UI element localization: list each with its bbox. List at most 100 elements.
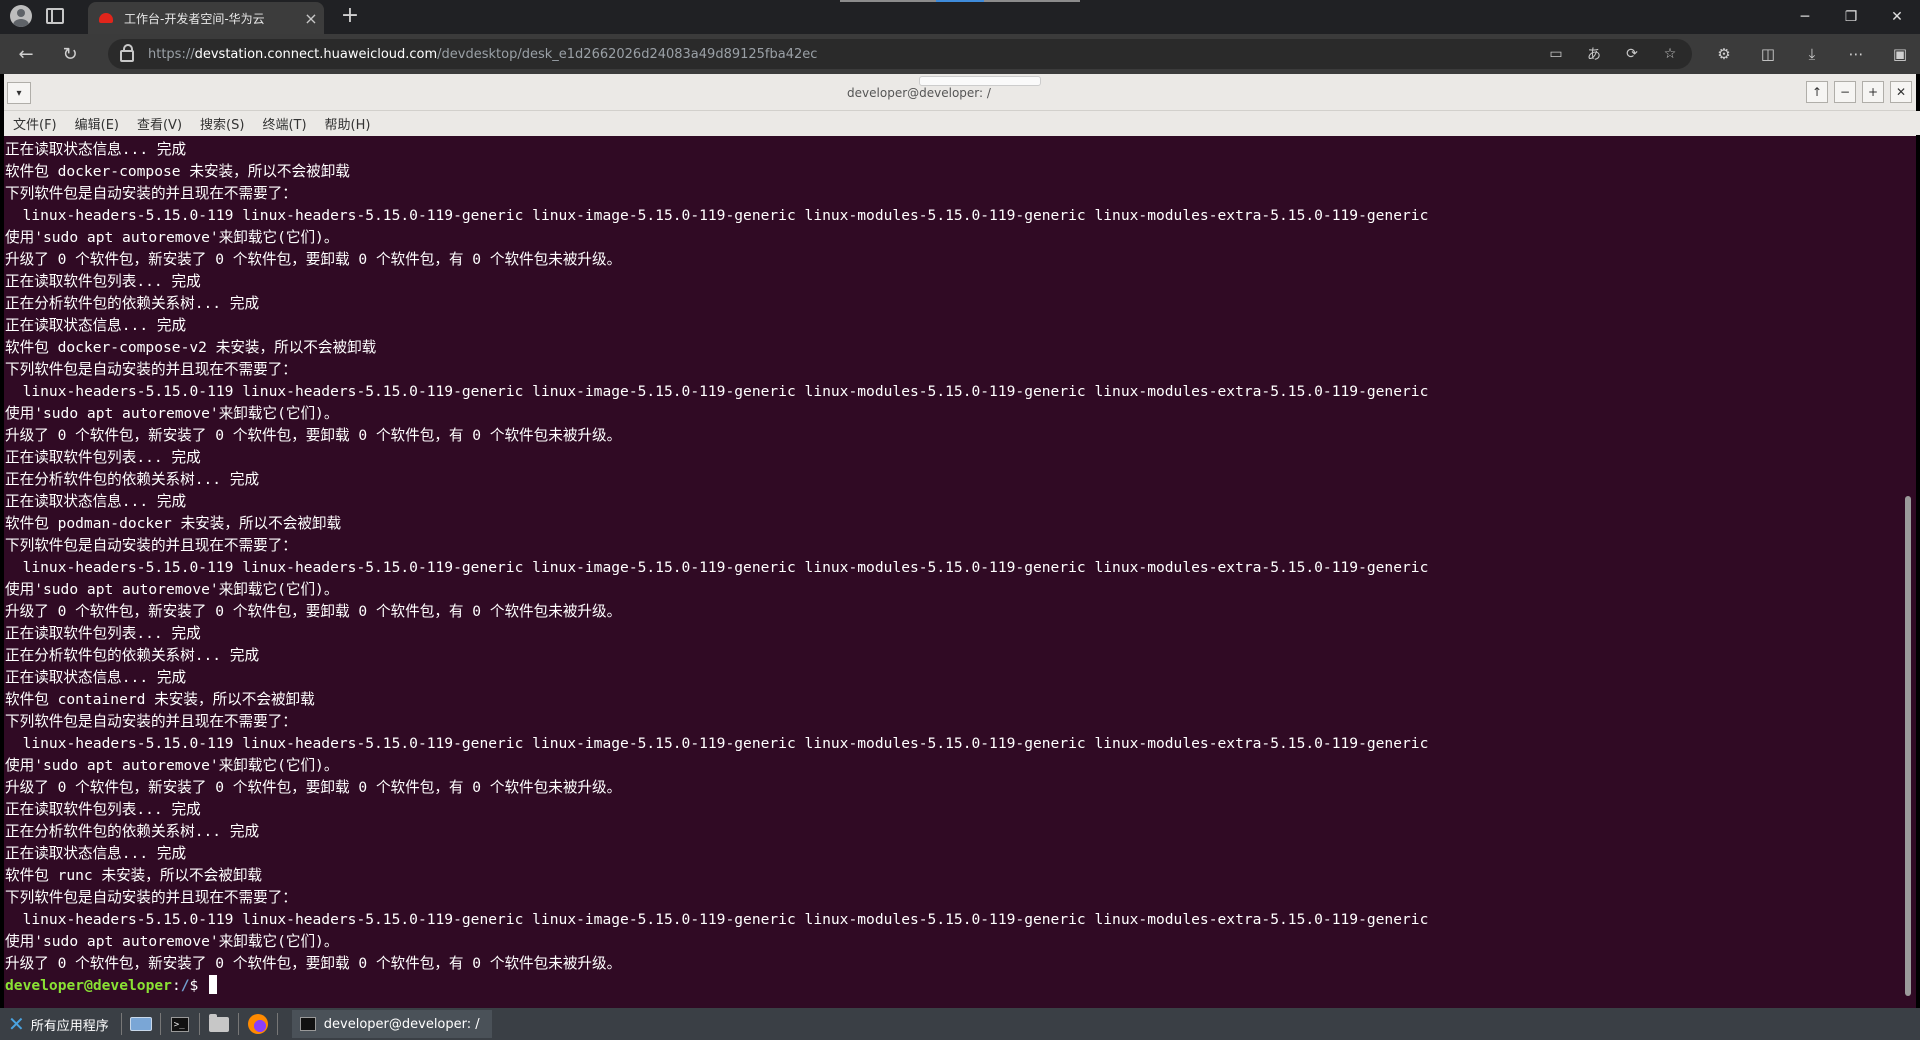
back-icon[interactable]: ← <box>14 42 38 66</box>
terminal-line: 下列软件包是自动安装的并且现在不需要了： <box>5 889 297 906</box>
terminal-icon: >_ <box>170 1016 189 1032</box>
profile-icon[interactable] <box>10 5 32 27</box>
taskbar-separator <box>120 1013 122 1035</box>
terminal-line: 正在读取状态信息... 完成 <box>5 669 187 686</box>
terminal-line: 下列软件包是自动安装的并且现在不需要了： <box>5 713 297 730</box>
terminal-line: 升级了 0 个软件包，新安装了 0 个软件包，要卸载 0 个软件包，有 0 个软… <box>5 779 622 796</box>
terminal-line: linux-headers-5.15.0-119 linux-headers-5… <box>5 911 1429 928</box>
terminal-cursor <box>209 975 218 994</box>
refresh-icon[interactable]: ⟳ <box>1622 44 1642 64</box>
apps-icon: ✕ <box>8 1012 25 1036</box>
keyboard-launcher[interactable] <box>126 1008 156 1040</box>
terminal-line: 正在分析软件包的依赖关系树... 完成 <box>5 647 260 664</box>
taskbar-window-label: developer@developer: / <box>323 1016 480 1032</box>
maximize-icon[interactable]: + <box>1862 81 1884 103</box>
browser-toolbar: ← ↻ https://devstation.connect.huaweiclo… <box>0 34 1920 74</box>
terminal-line: linux-headers-5.15.0-119 linux-headers-5… <box>5 383 1429 400</box>
firefox-launcher[interactable] <box>243 1008 273 1040</box>
apps-label: 所有应用程序 <box>30 1018 109 1034</box>
terminal-line: 使用'sudo apt autoremove'来卸载它(它们)。 <box>5 229 339 246</box>
keyboard-icon <box>129 1017 152 1031</box>
translate-icon[interactable]: あ <box>1584 44 1604 64</box>
terminal-line: 软件包 docker-compose-v2 未安装，所以不会被卸载 <box>5 339 377 356</box>
terminal-launcher[interactable]: >_ <box>165 1008 195 1040</box>
menu-help[interactable]: 帮助(H) <box>325 114 371 133</box>
minimize-icon[interactable]: − <box>1834 81 1856 103</box>
prompt-symbol: $ <box>189 977 208 994</box>
terminal-line: 软件包 podman-docker 未安装，所以不会被卸载 <box>5 515 342 532</box>
terminal-scrollbar[interactable] <box>1900 136 1916 1008</box>
scrollbar-thumb[interactable] <box>1905 496 1911 996</box>
more-icon[interactable]: ⋯ <box>1844 42 1868 66</box>
terminal-line: 升级了 0 个软件包，新安装了 0 个软件包，要卸载 0 个软件包，有 0 个软… <box>5 955 622 972</box>
download-icon[interactable]: ⤓ <box>1800 42 1824 66</box>
terminal-output[interactable]: 正在读取状态信息... 完成 软件包 docker-compose 未安装，所以不… <box>4 136 1900 1008</box>
menu-view[interactable]: 查看(V) <box>137 114 182 133</box>
menu-terminal[interactable]: 终端(T) <box>262 114 306 133</box>
terminal-line: 下列软件包是自动安装的并且现在不需要了： <box>5 361 297 378</box>
new-tab-button[interactable]: + <box>338 4 362 28</box>
tab-close-button[interactable]: × <box>298 9 324 28</box>
menu-file[interactable]: 文件(F) <box>13 114 57 133</box>
browser-tabbar: 工作台-开发者空间-华为云 × + ─ ❐ ✕ <box>0 0 1920 34</box>
star-icon[interactable]: ☆ <box>1660 44 1680 64</box>
tab-title: 工作台-开发者空间-华为云 <box>124 11 265 26</box>
extensions-icon[interactable]: ⚙ <box>1712 42 1736 66</box>
terminal-line: 升级了 0 个软件包，新安装了 0 个软件包，要卸载 0 个软件包，有 0 个软… <box>5 251 622 268</box>
url-host: devstation.connect.huaweicloud.com <box>194 46 438 62</box>
terminal-titlebar[interactable]: ▾ developer@developer: / ↑ − + ✕ <box>4 74 1916 111</box>
terminal-line: 使用'sudo apt autoremove'来卸载它(它们)。 <box>5 933 339 950</box>
tabbar-left <box>10 5 64 27</box>
terminal-line: 正在读取状态信息... 完成 <box>5 845 187 862</box>
prompt-path: / <box>180 977 190 994</box>
terminal-line: linux-headers-5.15.0-119 linux-headers-5… <box>5 735 1429 752</box>
terminal-line: 正在分析软件包的依赖关系树... 完成 <box>5 823 260 840</box>
minimize-icon[interactable]: ─ <box>1782 0 1828 34</box>
terminal-line: 正在读取软件包列表... 完成 <box>5 273 201 290</box>
menu-search[interactable]: 搜索(S) <box>200 114 244 133</box>
terminal-line: 使用'sudo apt autoremove'来卸载它(它们)。 <box>5 581 339 598</box>
terminal-line: 升级了 0 个软件包，新安装了 0 个软件包，要卸载 0 个软件包，有 0 个软… <box>5 427 622 444</box>
terminal-window-buttons: ↑ − + ✕ <box>1806 81 1912 103</box>
terminal-line: 正在分析软件包的依赖关系树... 完成 <box>5 471 260 488</box>
restore-icon[interactable]: ❐ <box>1828 0 1874 34</box>
files-launcher[interactable] <box>204 1008 234 1040</box>
terminal-line: 使用'sudo apt autoremove'来卸载它(它们)。 <box>5 757 339 774</box>
terminal-line: 下列软件包是自动安装的并且现在不需要了： <box>5 537 297 554</box>
terminal-line: 升级了 0 个软件包，新安装了 0 个软件包，要卸载 0 个软件包，有 0 个软… <box>5 603 622 620</box>
address-bar[interactable]: https://devstation.connect.huaweicloud.c… <box>108 39 1692 69</box>
taskbar-window-terminal[interactable]: developer@developer: / <box>291 1010 492 1038</box>
terminal-lines: 正在读取状态信息... 完成 软件包 docker-compose 未安装，所以不… <box>4 136 1900 975</box>
folder-icon <box>208 1013 229 1032</box>
terminal-line: 正在读取状态信息... 完成 <box>5 317 187 334</box>
menu-edit[interactable]: 编辑(E) <box>75 114 119 133</box>
drag-handle[interactable] <box>919 76 1041 86</box>
terminal-prompt-line[interactable]: developer@developer:/$ <box>4 975 1900 997</box>
reload-icon[interactable]: ↻ <box>58 42 82 66</box>
taskbar-separator <box>276 1013 278 1035</box>
tabs-icon[interactable] <box>46 8 64 24</box>
favicon-icon <box>98 10 114 26</box>
terminal-line: linux-headers-5.15.0-119 linux-headers-5… <box>5 207 1429 224</box>
terminal-line: 软件包 containerd 未安装，所以不会被卸载 <box>5 691 315 708</box>
shade-icon[interactable]: ↑ <box>1806 81 1828 103</box>
browser-tab[interactable]: 工作台-开发者空间-华为云 × <box>88 2 324 34</box>
url-path: /devdesktop/desk_e1d2662026d24083a49d891… <box>437 46 818 62</box>
terminal-line: 正在读取软件包列表... 完成 <box>5 449 201 466</box>
terminal-window: ▾ developer@developer: / ↑ − + ✕ 文件(F) 编… <box>4 74 1920 1008</box>
reader-icon[interactable]: ▭ <box>1546 44 1566 64</box>
close-window-icon[interactable]: ✕ <box>1874 0 1920 34</box>
prompt-user: developer@developer <box>5 977 172 994</box>
lock-icon[interactable] <box>120 44 134 62</box>
terminal-menubar: 文件(F) 编辑(E) 查看(V) 搜索(S) 终端(T) 帮助(H) <box>4 111 1920 135</box>
sidebar-icon[interactable]: ▣ <box>1888 42 1912 66</box>
split-icon[interactable]: ◫ <box>1756 42 1780 66</box>
terminal-line: 正在分析软件包的依赖关系树... 完成 <box>5 295 260 312</box>
close-icon[interactable]: ✕ <box>1890 81 1912 103</box>
terminal-line: 正在读取软件包列表... 完成 <box>5 801 201 818</box>
applications-menu-button[interactable]: ✕ 所有应用程序 <box>0 1008 117 1040</box>
terminal-icon <box>299 1017 316 1031</box>
toolbar-right: ⚙ ◫ ⤓ ⋯ ▣ <box>1712 42 1912 66</box>
url-text[interactable]: https://devstation.connect.huaweicloud.c… <box>148 47 817 62</box>
terminal-line: 正在读取软件包列表... 完成 <box>5 625 201 642</box>
